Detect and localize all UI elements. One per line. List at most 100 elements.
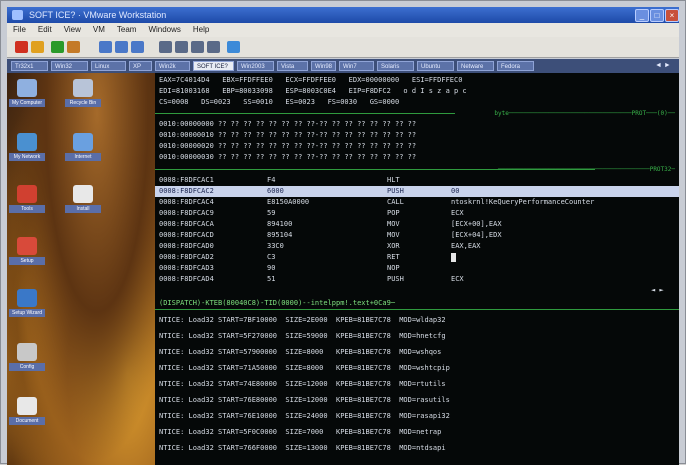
menu-windows[interactable]: Windows — [142, 23, 186, 37]
disasm-mnem: PUSH — [387, 187, 404, 195]
disasm-addr: 0008:F8DFCAC4 — [159, 198, 214, 206]
menu-edit[interactable]: Edit — [32, 23, 58, 37]
internet-icon — [73, 133, 93, 151]
current-instruction-highlight — [155, 186, 679, 197]
desktop-shortcut-label: Internet — [65, 153, 101, 161]
menu-file[interactable]: File — [7, 23, 32, 37]
register-line-3: CS=0008 DS=0023 SS=0010 ES=0023 FS=0030 … — [159, 98, 400, 106]
log-line: NTICE: Load32 START=5F0C0000 SIZE=7000 K… — [159, 428, 442, 436]
desktop-shortcut-label: Tools — [9, 205, 45, 213]
tab-vista[interactable]: Vista — [277, 61, 308, 71]
disasm-mnem: XOR — [387, 242, 400, 250]
disasm-ops: EAX,EAX — [451, 242, 481, 250]
tab-ubuntu[interactable]: Ubuntu — [417, 61, 454, 71]
data-pane-divider — [155, 113, 455, 114]
config-icon — [17, 343, 37, 361]
tab-xp[interactable]: XP — [129, 61, 152, 71]
quick-switch-icon[interactable] — [175, 41, 188, 53]
disasm-mnem: RET — [387, 253, 400, 261]
tab-soft-ice[interactable]: SOFT ICE? — [193, 61, 234, 71]
snapshot-icon[interactable] — [115, 41, 128, 53]
title-bar: SOFT ICE? · VMware Workstation _ □ × — [7, 7, 679, 23]
disasm-ops: ECX — [451, 209, 464, 217]
snapshot-manager-icon[interactable] — [131, 41, 144, 53]
log-line: NTICE: Load32 START=57900000 SIZE=8000 K… — [159, 348, 442, 356]
tab-scroll-arrows[interactable]: ◄ ► — [655, 60, 671, 72]
tab-netware[interactable]: Netware — [457, 61, 494, 71]
disasm-bytes: C3 — [267, 253, 276, 261]
log-line: NTICE: Load32 START=5F270000 SIZE=59000 … — [159, 332, 446, 340]
desktop-shortcut-label: Config — [9, 363, 45, 371]
log-line: NTICE: Load32 START=766F0000 SIZE=13000 … — [159, 444, 446, 452]
desktop-shortcut[interactable]: My Network — [9, 133, 45, 161]
close-button[interactable]: × — [665, 9, 679, 22]
log-line: NTICE: Load32 START=74E80000 SIZE=12000 … — [159, 380, 446, 388]
pause-icon[interactable] — [31, 41, 44, 53]
tab-win7[interactable]: Win7 — [339, 61, 374, 71]
code-pane-divider — [155, 169, 595, 170]
log-line: NTICE: Load32 START=7BF10000 SIZE=2E000 … — [159, 316, 446, 324]
tools-icon — [17, 185, 37, 203]
disasm-bytes: 895104 — [267, 231, 293, 239]
full-screen-icon[interactable] — [159, 41, 172, 53]
disasm-ops: ECX — [451, 275, 464, 283]
desktop-shortcut[interactable]: Tools — [9, 185, 45, 213]
text-cursor — [451, 253, 456, 262]
memory-dump-row: 0010:00000030 ?? ?? ?? ?? ?? ?? ?? ??-??… — [159, 153, 417, 161]
tab-linux[interactable]: Linux — [91, 61, 126, 71]
disasm-addr: 0008:F8DFCAD4 — [159, 275, 214, 283]
tab-win2003[interactable]: Win2003 — [237, 61, 274, 71]
disasm-bytes: 6000 — [267, 187, 284, 195]
recycle-bin-icon — [73, 79, 93, 97]
desktop-shortcut-label: Install — [65, 205, 101, 213]
menu-view[interactable]: View — [58, 23, 87, 37]
tab-win2k[interactable]: Win2k — [155, 61, 190, 71]
status-divider — [155, 309, 679, 310]
menu-help[interactable]: Help — [187, 23, 215, 37]
tab-tr32x1[interactable]: Tr32x1 — [11, 61, 48, 71]
disasm-mnem: HLT — [387, 176, 400, 184]
disasm-addr: 0008:F8DFCAC1 — [159, 176, 214, 184]
menu-vm[interactable]: VM — [87, 23, 111, 37]
softice-debugger-screen: EAX=7C4014D4 EBX=FFDFFEE0 ECX=FFDFFEE0 E… — [155, 73, 679, 465]
appliance-icon[interactable] — [227, 41, 240, 53]
tab-win98[interactable]: Win98 — [311, 61, 336, 71]
tab-win32[interactable]: Win32 — [51, 61, 88, 71]
desktop-shortcut[interactable]: Recycle Bin — [65, 79, 101, 107]
minimize-button[interactable]: _ — [635, 9, 649, 22]
desktop-shortcut[interactable]: Setup Wizard — [9, 289, 45, 317]
disasm-mnem: PUSH — [387, 275, 404, 283]
disasm-ops: 00 — [451, 187, 460, 195]
disasm-bytes: F4 — [267, 176, 276, 184]
summary-icon[interactable] — [207, 41, 220, 53]
disasm-addr: 0008:F8DFCAD3 — [159, 264, 214, 272]
disasm-mnem: MOV — [387, 220, 400, 228]
stop-icon[interactable] — [15, 41, 28, 53]
home-icon[interactable] — [67, 41, 80, 53]
maximize-button[interactable]: □ — [650, 9, 664, 22]
play-icon[interactable] — [51, 41, 64, 53]
status-line: (DISPATCH)-KTEB(80040C8)-TID(0000)--inte… — [159, 299, 396, 307]
install-icon — [73, 185, 93, 203]
disasm-bytes: 33C0 — [267, 242, 284, 250]
console-icon[interactable] — [191, 41, 204, 53]
code-scroll-arrows[interactable]: ◄ ► — [651, 285, 664, 296]
document-icon — [17, 397, 37, 415]
desktop-shortcut[interactable]: Setup — [9, 237, 45, 265]
disasm-ops: [ECX+04],EDX — [451, 231, 502, 239]
revert-icon[interactable] — [99, 41, 112, 53]
disasm-mnem: POP — [387, 209, 400, 217]
desktop-shortcut[interactable]: Internet — [65, 133, 101, 161]
desktop-shortcut[interactable]: Document — [9, 397, 45, 425]
disasm-addr: 0008:F8DFCAD2 — [159, 253, 214, 261]
log-line: NTICE: Load32 START=76E80000 SIZE=12000 … — [159, 396, 450, 404]
desktop-shortcut[interactable]: Config — [9, 343, 45, 371]
window-title: SOFT ICE? · VMware Workstation — [29, 10, 167, 20]
tab-fedora[interactable]: Fedora — [497, 61, 534, 71]
disasm-addr: 0008:F8DFCACD — [159, 231, 214, 239]
desktop-shortcut[interactable]: Install — [65, 185, 101, 213]
tab-solaris[interactable]: Solaris — [377, 61, 414, 71]
desktop-shortcut[interactable]: My Computer — [9, 79, 45, 107]
menu-team[interactable]: Team — [111, 23, 143, 37]
log-line: NTICE: Load32 START=71A50000 SIZE=8000 K… — [159, 364, 450, 372]
